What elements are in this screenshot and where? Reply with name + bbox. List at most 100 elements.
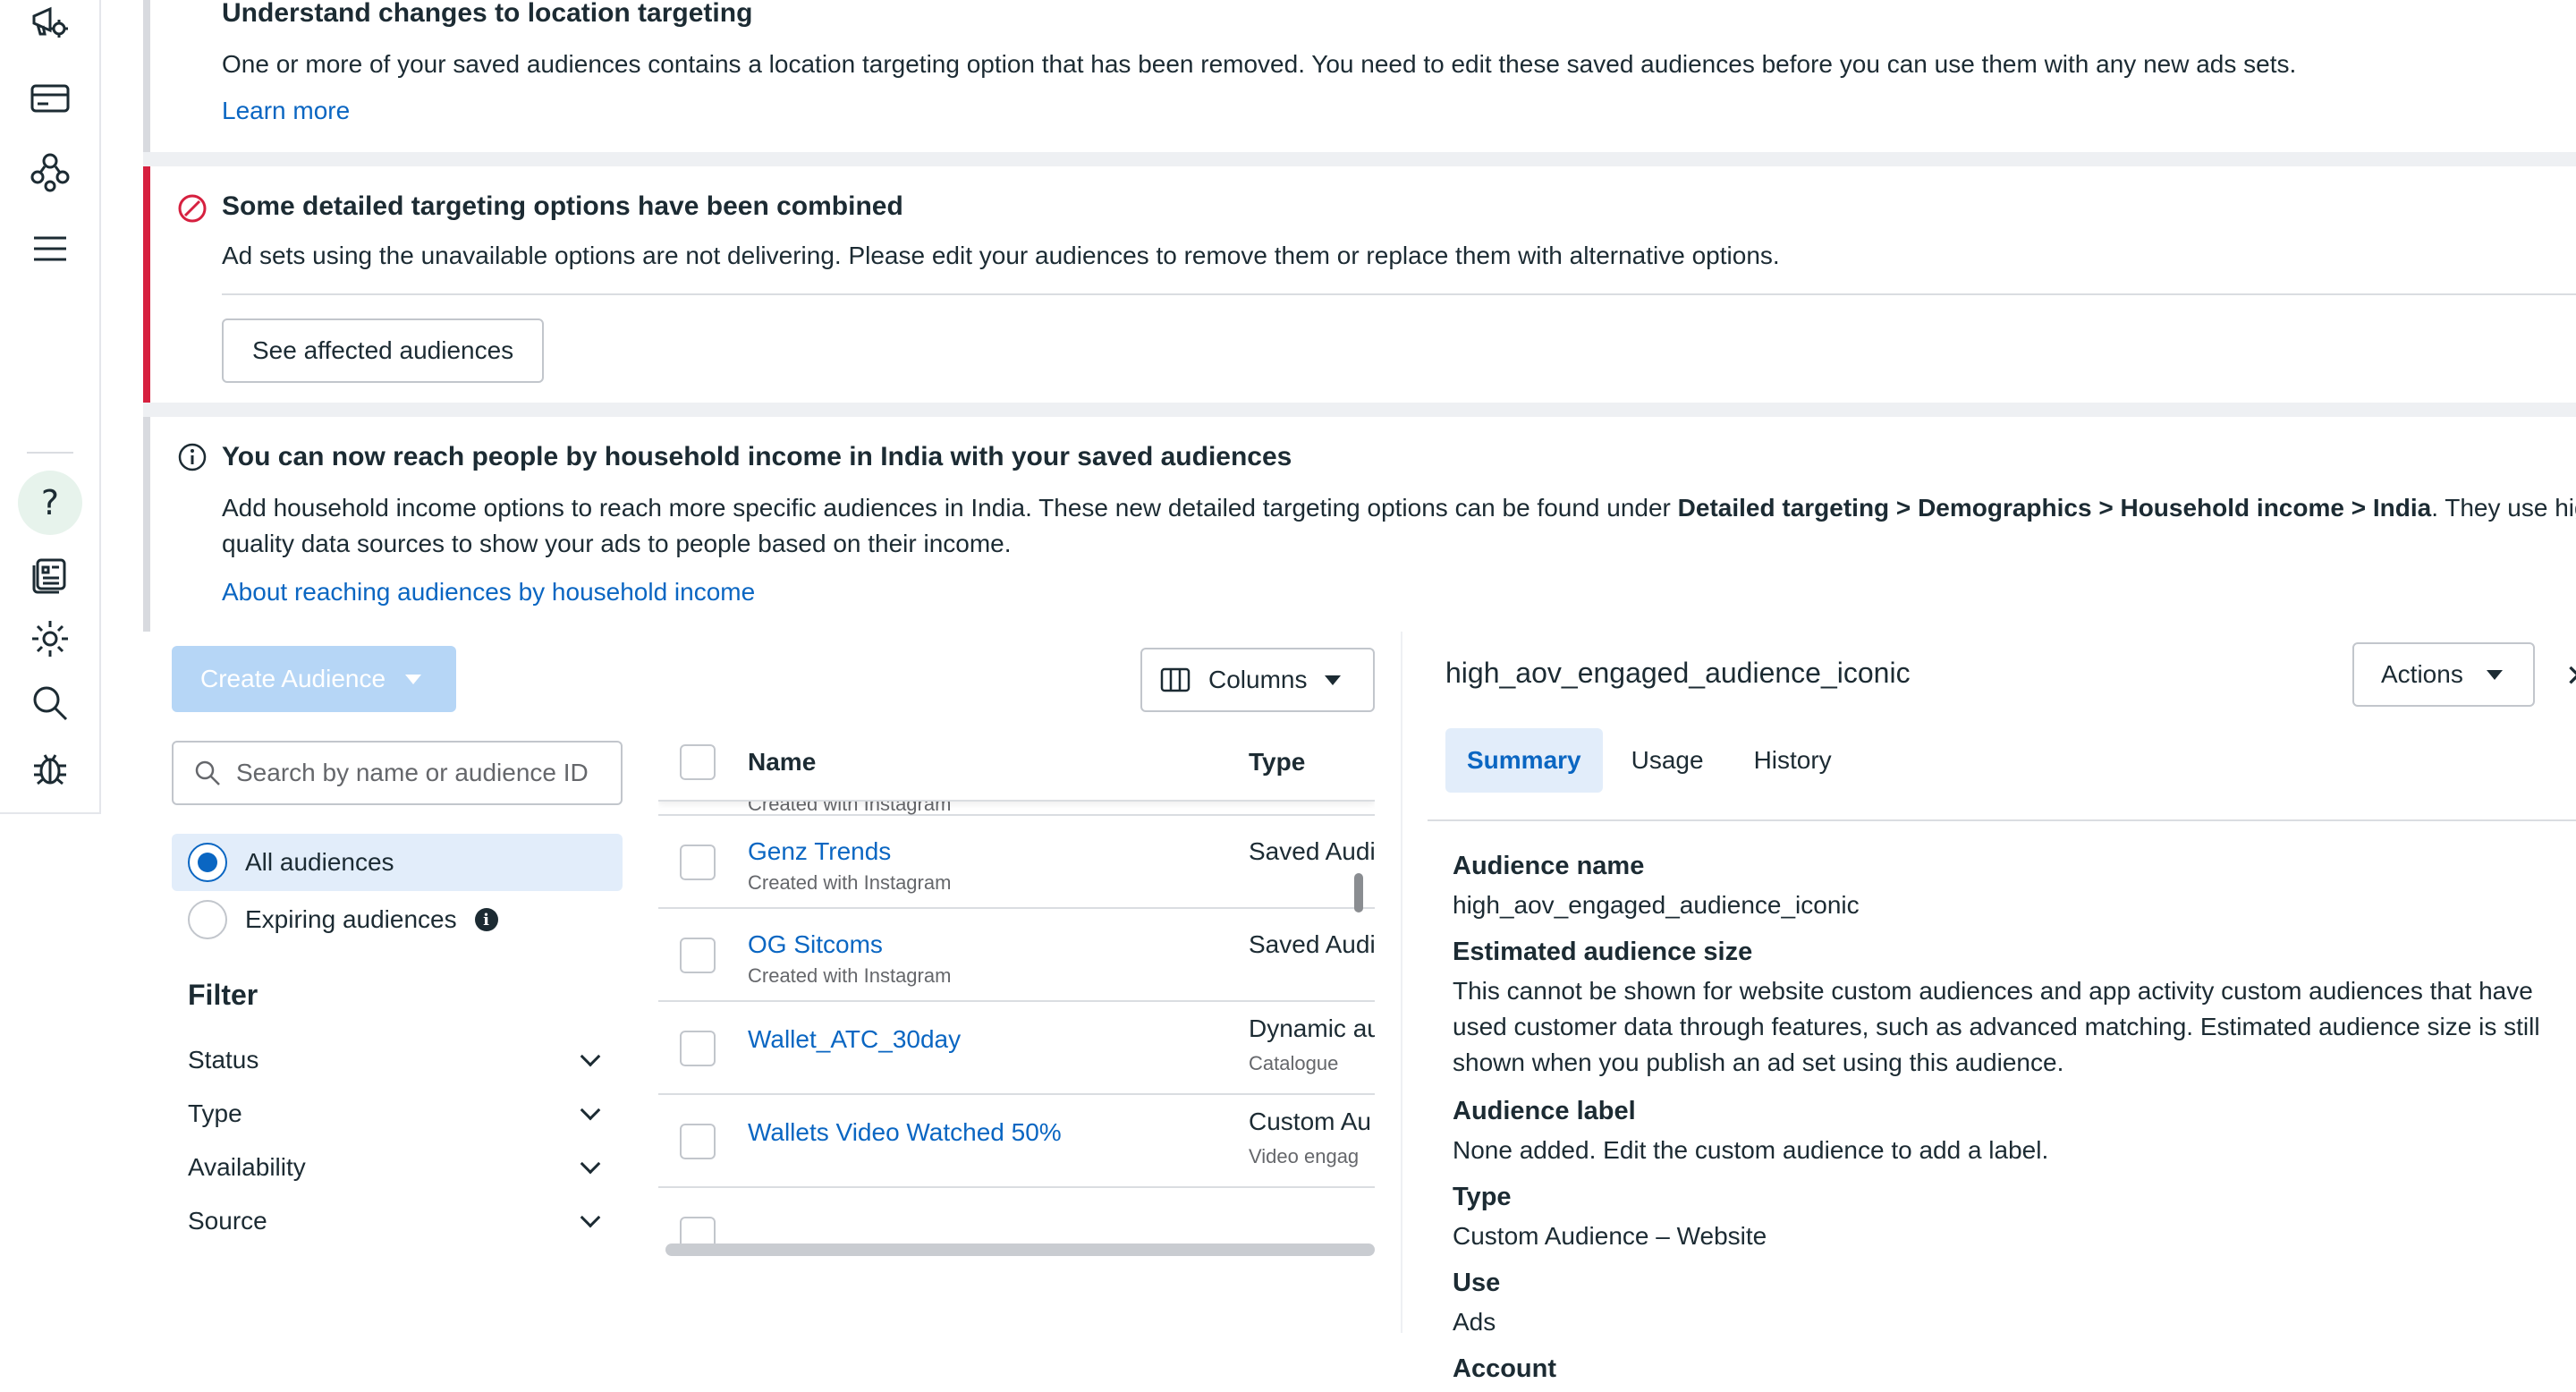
rail-divider: [27, 452, 73, 454]
row-checkbox[interactable]: [680, 1124, 716, 1159]
pages-icon[interactable]: [23, 547, 77, 601]
account-label: Account: [1453, 1354, 1556, 1383]
select-all-checkbox[interactable]: [680, 744, 716, 780]
audience-search-input[interactable]: Search by name or audience ID: [172, 741, 623, 805]
help-icon[interactable]: ?: [18, 471, 82, 535]
columns-icon: [1160, 667, 1191, 692]
settings-gear-icon[interactable]: [23, 612, 77, 666]
audience-type: Saved Audi: [1249, 930, 1375, 958]
column-header-type[interactable]: Type: [1249, 748, 1305, 777]
filter-label: Availability: [188, 1153, 306, 1181]
column-header-name[interactable]: Name: [748, 748, 816, 777]
table-row[interactable]: Genz Trends Created with Instagram Saved…: [658, 816, 1375, 909]
row-checkbox[interactable]: [680, 938, 716, 973]
notice-title: You can now reach people by household in…: [222, 442, 1292, 471]
tabs-divider: [1428, 819, 2576, 821]
audience-name-link[interactable]: Genz Trends: [748, 837, 891, 866]
notification-stack: Understand changes to location targeting…: [143, 0, 2576, 635]
billing-card-icon[interactable]: [23, 72, 77, 125]
notice-body: Add household income options to reach mo…: [222, 494, 2576, 522]
left-nav-rail: ?: [0, 0, 101, 814]
household-income-notice: You can now reach people by household in…: [143, 417, 2576, 635]
see-affected-audiences-button[interactable]: See affected audiences: [222, 318, 545, 383]
horizontal-scrollbar[interactable]: [665, 1243, 1375, 1256]
filter-availability[interactable]: Availability: [188, 1145, 605, 1190]
location-notice: Understand changes to location targeting…: [143, 0, 2576, 152]
audience-type-subtitle: Video engag: [1249, 1145, 1360, 1167]
filter-title: Filter: [188, 979, 258, 1011]
use-value: Ads: [1453, 1308, 1496, 1336]
chevron-down-icon: [580, 1207, 601, 1228]
audience-type: Custom Au: [1249, 1108, 1371, 1135]
radio-label: Expiring audiences: [245, 905, 457, 933]
notice-body: Ad sets using the unavailable options ar…: [222, 242, 1780, 269]
notice-body-line2: quality data sources to show your ads to…: [222, 530, 1012, 557]
tab-summary[interactable]: Summary: [1445, 728, 1603, 793]
audience-list-panel: Create Audience Columns Search by name o…: [143, 632, 1402, 1333]
estimated-size-label: Estimated audience size: [1453, 938, 1753, 966]
bug-icon[interactable]: [23, 741, 77, 794]
notice-title: Some detailed targeting options have bee…: [222, 191, 903, 221]
audience-type: Saved Audi: [1249, 837, 1375, 865]
type-label: Type: [1453, 1183, 1512, 1211]
chevron-down-icon: [580, 1099, 601, 1121]
tab-usage[interactable]: Usage: [1610, 728, 1725, 793]
audience-name-link[interactable]: Wallet_ATC_30day: [748, 1025, 961, 1054]
info-icon[interactable]: i: [474, 908, 498, 931]
use-label: Use: [1453, 1269, 1501, 1297]
combined-options-notice: Some detailed targeting options have bee…: [143, 166, 2576, 403]
notice-body: One or more of your saved audiences cont…: [222, 50, 2297, 78]
row-checkbox[interactable]: [680, 1031, 716, 1066]
megaphone-gear-icon[interactable]: [23, 0, 77, 48]
actions-button[interactable]: Actions: [2352, 642, 2535, 707]
actions-label: Actions: [2381, 660, 2463, 688]
learn-more-link[interactable]: Learn more: [222, 97, 350, 125]
audience-label-label: Audience label: [1453, 1097, 1636, 1125]
row-subtitle: Created with Instagram: [748, 964, 952, 987]
menu-icon[interactable]: [23, 222, 77, 276]
row-checkbox[interactable]: [680, 845, 716, 880]
error-icon: [178, 194, 207, 223]
columns-label: Columns: [1208, 666, 1308, 693]
audience-name-link[interactable]: Wallets Video Watched 50%: [748, 1118, 1062, 1147]
columns-button[interactable]: Columns: [1140, 648, 1375, 712]
table-header: Name Type: [658, 725, 1375, 802]
radio-button[interactable]: [188, 843, 227, 882]
radio-label: All audiences: [245, 848, 394, 876]
search-icon[interactable]: [23, 676, 77, 730]
table-row[interactable]: Wallets Video Watched 50% Custom Au Vide…: [658, 1095, 1375, 1188]
audience-name-value: high_aov_engaged_audience_iconic: [1453, 891, 1860, 919]
audience-name-link[interactable]: OG Sitcoms: [748, 930, 883, 959]
create-audience-button[interactable]: Create Audience: [172, 646, 456, 712]
radio-button[interactable]: [188, 900, 227, 939]
search-icon: [195, 760, 220, 785]
audience-label-value: None added. Edit the custom audience to …: [1453, 1136, 2049, 1164]
filter-status[interactable]: Status: [188, 1038, 605, 1082]
all-audiences-radio[interactable]: All audiences: [172, 834, 623, 891]
detail-title: high_aov_engaged_audience_iconic: [1445, 657, 1911, 689]
audience-table: Name Type Created with Instagram Genz Tr…: [658, 725, 1375, 1254]
household-income-link[interactable]: About reaching audiences by household in…: [222, 578, 755, 607]
tab-history[interactable]: History: [1733, 728, 1853, 793]
chevron-down-icon: [580, 1153, 601, 1175]
audience-name-label: Audience name: [1453, 852, 1645, 880]
type-value: Custom Audience – Website: [1453, 1222, 1767, 1250]
vertical-scrollbar[interactable]: [1354, 873, 1363, 912]
estimated-size-value: This cannot be shown for website custom …: [1453, 977, 2540, 1076]
chevron-down-icon: [1325, 675, 1342, 685]
filter-source[interactable]: Source: [188, 1199, 605, 1243]
chevron-down-icon: [580, 1046, 601, 1067]
info-icon: [178, 443, 207, 471]
table-row[interactable]: OG Sitcoms Created with Instagram Saved …: [658, 909, 1375, 1002]
table-row[interactable]: Wallet_ATC_30day Dynamic au Catalogue: [658, 1002, 1375, 1095]
audience-type: Dynamic au: [1249, 1014, 1375, 1042]
close-icon[interactable]: ✕: [2565, 658, 2576, 694]
chevron-down-icon: [2486, 669, 2503, 680]
search-placeholder: Search by name or audience ID: [236, 759, 589, 786]
notice-divider: [222, 293, 2576, 295]
expiring-audiences-radio[interactable]: Expiring audiences i: [172, 891, 623, 948]
audiences-icon[interactable]: [23, 145, 77, 199]
audience-type-subtitle: Catalogue: [1249, 1052, 1339, 1074]
notice-title: Understand changes to location targeting: [222, 0, 753, 28]
filter-type[interactable]: Type: [188, 1091, 605, 1136]
